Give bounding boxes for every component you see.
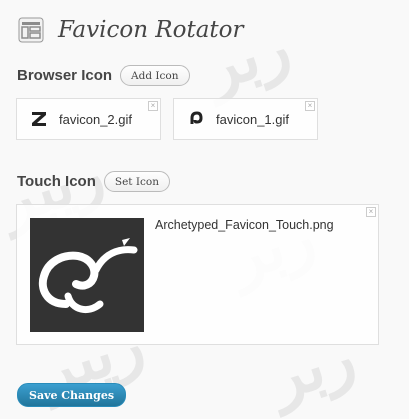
touch-icon-thumbnail [30, 218, 144, 332]
browser-icon-item[interactable]: favicon_2.gif × [16, 98, 161, 140]
favicon-1-glyph [189, 111, 203, 126]
page-title: Favicon Rotator [58, 17, 244, 43]
remove-touch-icon-button[interactable]: × [366, 207, 376, 217]
browser-icon-heading: Browser Icon [17, 67, 113, 84]
set-icon-button[interactable]: Set Icon [103, 171, 170, 192]
browser-icon-item[interactable]: favicon_1.gif × [173, 98, 318, 140]
page-header: Favicon Rotator [18, 14, 244, 46]
favicon-2-glyph [32, 112, 46, 126]
touch-icon-file-name: Archetyped_Favicon_Touch.png [155, 218, 334, 232]
touch-icon-item[interactable]: Archetyped_Favicon_Touch.png × [16, 204, 379, 345]
add-icon-button[interactable]: Add Icon [120, 65, 190, 86]
touch-icon-section-header: Touch Icon Set Icon [17, 171, 170, 192]
settings-page-icon [18, 17, 44, 43]
browser-icon-file-name: favicon_1.gif [216, 111, 289, 127]
remove-icon-button[interactable]: × [148, 101, 158, 111]
save-changes-button[interactable]: Save Changes [17, 383, 127, 407]
remove-icon-button[interactable]: × [305, 101, 315, 111]
touch-icon-heading: Touch Icon [17, 173, 96, 190]
browser-icon-section-header: Browser Icon Add Icon [17, 65, 190, 86]
touch-icon-logo [38, 238, 138, 314]
browser-icon-file-name: favicon_2.gif [59, 111, 132, 127]
